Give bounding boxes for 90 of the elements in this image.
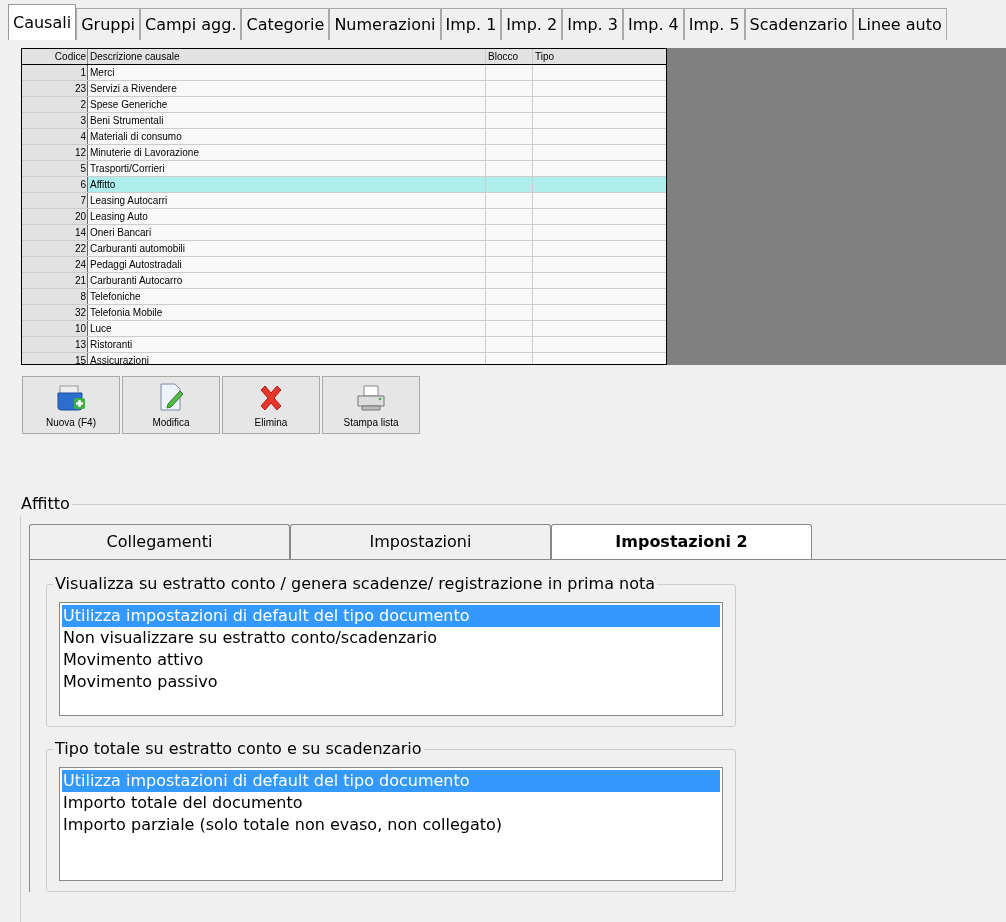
table-cell: 5	[22, 161, 88, 176]
list-item[interactable]: Importo totale del documento	[62, 792, 720, 814]
table-cell: 4	[22, 129, 88, 144]
table-cell: 8	[22, 289, 88, 304]
table-row[interactable]: 2 Spese Generiche	[22, 97, 666, 113]
tab[interactable]: Causali	[8, 4, 77, 40]
table-cell: 2	[22, 97, 88, 112]
table-cell: Assicurazioni	[88, 353, 486, 364]
table-cell: Servizi a Rivendere	[88, 81, 486, 96]
table-row[interactable]: 14 Oneri Bancari	[22, 225, 666, 241]
table-row[interactable]: 24 Pedaggi Autostradali	[22, 257, 666, 273]
table-cell: 24	[22, 257, 88, 272]
tab[interactable]: Imp. 3	[562, 8, 623, 40]
table-row[interactable]: 6 Affitto	[22, 177, 666, 193]
table-cell: Pedaggi Autostradali	[88, 257, 486, 272]
table-cell: Telefonia Mobile	[88, 305, 486, 320]
table-row[interactable]: 12 Minuterie di Lavorazione	[22, 145, 666, 161]
table-cell: Leasing Autocarri	[88, 193, 486, 208]
table-row[interactable]: 10 Luce	[22, 321, 666, 337]
table-cell: 6	[22, 177, 88, 192]
table-cell: Minuterie di Lavorazione	[88, 145, 486, 160]
table-row[interactable]: 13 Ristoranti	[22, 337, 666, 353]
tab[interactable]: Imp. 2	[501, 8, 563, 40]
table-row[interactable]: 22 Carburanti automobili	[22, 241, 666, 257]
column-header: Descrizione causale	[88, 49, 486, 64]
table-cell: Beni Strumentali	[88, 113, 486, 128]
group-title: Tipo totale su estratto conto e su scadenzario	[54, 738, 423, 760]
table-cell: 7	[22, 193, 88, 208]
column-header: Tipo	[534, 50, 556, 64]
column-header: Codice	[22, 49, 88, 64]
list-item[interactable]: Non visualizzare su estratto conto/scadenzario	[62, 627, 720, 649]
table-cell: 12	[22, 145, 88, 160]
table-row[interactable]: 1 Merci	[22, 65, 666, 81]
tab[interactable]: Gruppi	[76, 8, 141, 40]
table-cell: Carburanti Autocarro	[88, 273, 486, 288]
table-cell: Materiali di consumo	[88, 129, 486, 144]
list-item[interactable]: Importo parziale (solo totale non evaso, non collegato)	[62, 814, 720, 836]
tab[interactable]: Imp. 5	[683, 8, 745, 40]
tab[interactable]: Collegamenti	[29, 524, 290, 559]
table-row[interactable]: 3 Beni Strumentali	[22, 113, 666, 129]
tab[interactable]: Campi agg.	[140, 8, 242, 40]
document-pencil-icon	[157, 382, 185, 412]
table-cell: Luce	[88, 321, 486, 336]
table-row[interactable]: 20 Leasing Auto	[22, 209, 666, 225]
table-cell: 22	[22, 241, 88, 256]
list-item[interactable]: Movimento attivo	[62, 649, 720, 671]
table-cell: Spese Generiche	[88, 97, 486, 112]
group-title: Affitto	[20, 493, 71, 515]
table-cell: Merci	[88, 65, 486, 80]
table-cell: 3	[22, 113, 88, 128]
table-cell: 20	[22, 209, 88, 224]
table-cell: Affitto	[88, 177, 486, 192]
table-row[interactable]: 32 Telefonia Mobile	[22, 305, 666, 321]
tab[interactable]: Imp. 1	[440, 8, 502, 40]
table-cell: Telefoniche	[88, 289, 486, 304]
table-cell: Leasing Auto	[88, 209, 486, 224]
table-cell: Carburanti automobili	[88, 241, 486, 256]
toolbar-button[interactable]: Modifica	[122, 376, 220, 434]
table-cell: Ristoranti	[88, 337, 486, 352]
toolbar-button[interactable]: Elimina	[222, 376, 320, 434]
table-row[interactable]: 23 Servizi a Rivendere	[22, 81, 666, 97]
toolbar-button[interactable]: Nuova (F4)	[22, 376, 120, 434]
table-cell: 13	[22, 337, 88, 352]
table-cell: 1	[22, 65, 88, 80]
table-cell: Trasporti/Corrieri	[88, 161, 486, 176]
tab[interactable]: Linee auto	[852, 8, 947, 40]
tab[interactable]: Numerazioni	[329, 8, 441, 40]
table-cell: 23	[22, 81, 88, 96]
toolbar-button[interactable]: Stampa lista	[322, 376, 420, 434]
table-row[interactable]: 8 Telefoniche	[22, 289, 666, 305]
table-row[interactable]: 5 Trasporti/Corrieri	[22, 161, 666, 177]
table-cell: 10	[22, 321, 88, 336]
table-cell: 15	[22, 353, 88, 364]
table-cell: 21	[22, 273, 88, 288]
list-item[interactable]: Movimento passivo	[62, 671, 720, 693]
group-title: Visualizza su estratto conto / genera scadenze/ registrazione in prima nota	[54, 573, 657, 595]
tab[interactable]: Scadenzario	[744, 8, 853, 40]
printer-icon	[356, 384, 386, 412]
box-plus-icon	[56, 384, 86, 412]
table-row[interactable]: 4 Materiali di consumo	[22, 129, 666, 145]
table-cell: 32	[22, 305, 88, 320]
table-row[interactable]: 7 Leasing Autocarri	[22, 193, 666, 209]
tab[interactable]: Categorie	[241, 8, 330, 40]
tab[interactable]: Impostazioni	[290, 524, 551, 559]
table-row[interactable]: 21 Carburanti Autocarro	[22, 273, 666, 289]
table-cell: Oneri Bancari	[88, 225, 486, 240]
table-cell: 14	[22, 225, 88, 240]
column-header: Blocco	[486, 49, 533, 64]
tab[interactable]: Imp. 4	[622, 8, 684, 40]
tab[interactable]: Impostazioni 2	[551, 524, 812, 559]
